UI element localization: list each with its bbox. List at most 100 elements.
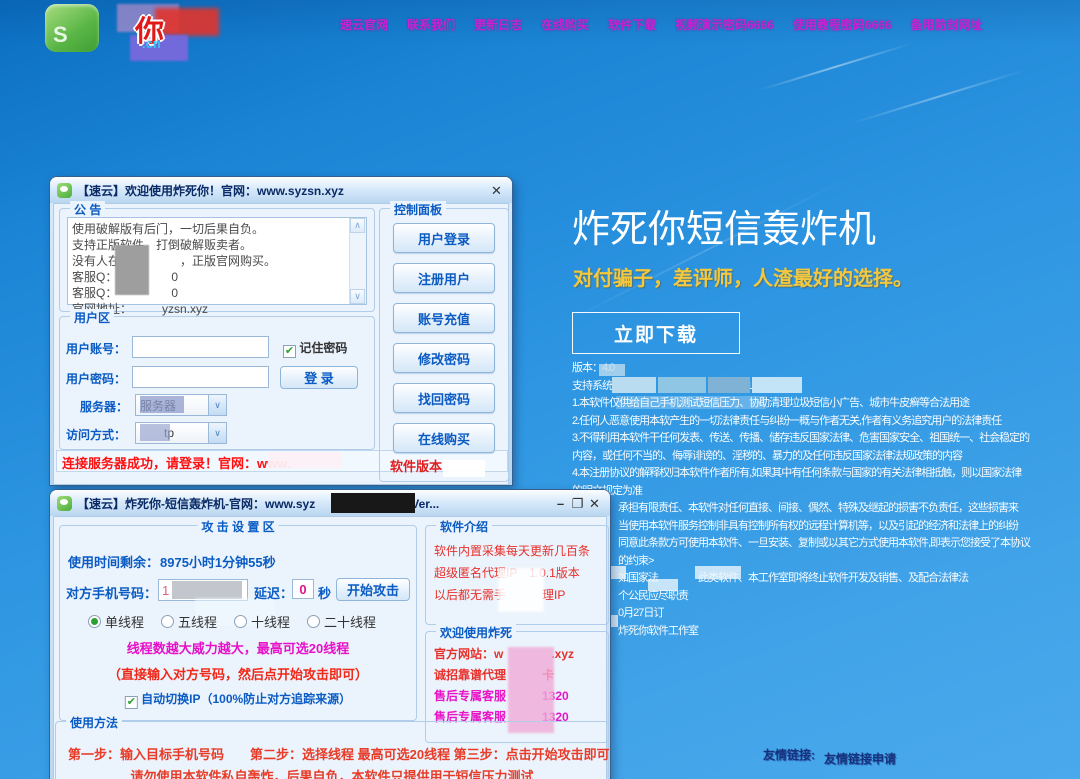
thread-radio[interactable]: 单线程 (88, 612, 144, 631)
disclaimer-line: 内容，或任何不当的、侮辱诽谤的、淫秽的、暴力的及任何违反国家法律法规政策的内容 (572, 448, 1029, 466)
nav-link[interactable]: 备用防封网址 (910, 16, 982, 33)
logo-domain-suffix: .cn (142, 36, 161, 51)
window-titlebar[interactable]: 【速云】炸死你-短信轰炸机-官网：www.syz 式版）Ver... – ❐ ✕ (50, 490, 610, 516)
delay-input[interactable] (292, 579, 314, 599)
panel-button[interactable]: 用户登录 (393, 223, 495, 253)
chevron-down-icon: ∨ (208, 423, 226, 443)
usage-steps: 第一步：输入目标手机号码 第二步：选择线程 最高可选20线程 第三步：点击开始攻… (68, 744, 610, 763)
close-button[interactable]: ✕ (586, 495, 603, 512)
top-header: S 你 .cn 速云官网联系我们更新日志在线购买软件下载视频演示密码6666使用… (0, 0, 1080, 45)
disclaimer-line: 4.本注册协议的解释权归本软件作者所有,如果其中有任何条款与国家的有关法律相抵触… (572, 465, 1029, 483)
password-input[interactable] (132, 366, 269, 388)
access-select[interactable]: tp ∨ (135, 422, 227, 444)
thread-radio-label: 十线程 (251, 612, 290, 631)
group-label: 用户区 (70, 309, 114, 326)
disclaimer-line: 承担有限责任、本软件对任何直接、间接、偶然、特殊及继起的损害不负责任，这些损害来 (618, 500, 1030, 518)
site-logo[interactable]: S 你 .cn (42, 2, 222, 62)
chevron-down-icon: ∨ (208, 395, 226, 415)
phone-label: 对方手机号码： (66, 583, 157, 602)
software-intro-group: 软件介绍 软件内置采集每天更新几百条超级匿名代理IP 1.0.1版本以后都无需手… (425, 525, 609, 625)
attack-window: 【速云】炸死你-短信轰炸机-官网：www.syz 式版）Ver... – ❐ ✕… (50, 490, 610, 779)
usage-group: 使用方法 第一步：输入目标手机号码 第二步：选择线程 最高可选20线程 第三步：… (55, 721, 609, 779)
panel-button[interactable]: 修改密码 (393, 343, 495, 373)
official-site-line: 官方网站：w .xyz (434, 644, 574, 665)
access-value: tp (136, 426, 208, 440)
server-value: 服务器 (136, 397, 208, 414)
app-icon (57, 183, 72, 198)
radio-dot-icon (161, 615, 174, 628)
download-button[interactable]: 立即下载 (572, 312, 740, 354)
disclaimer-line: 如国家法 此类软件、本工作室即将终止软件开发及销售、及配合法律法 (618, 570, 1030, 588)
group-label: 控制面板 (390, 201, 446, 218)
announcement-group: 公 告 使用破解版有后门，一切后果自负。支持正版软件，打倒破解贩卖者。没有人在 … (59, 208, 375, 312)
control-panel-group: 控制面板 用户登录注册用户账号充值修改密码找回密码在线购买 软件版本 (379, 208, 509, 482)
phone-input[interactable] (158, 579, 248, 601)
access-label: 访问方式： (66, 426, 126, 443)
light-streak (758, 43, 912, 92)
scrollbar[interactable]: ∧ ∨ (349, 218, 366, 304)
minimize-button[interactable]: – (552, 495, 569, 512)
password-label: 用户密码： (66, 370, 126, 387)
disclaimer-line: 个公民应尽职责 (618, 588, 1030, 606)
scroll-up-icon[interactable]: ∧ (350, 218, 365, 233)
announcement-line: 客服Q： 0 (72, 285, 348, 301)
auto-ip-checkbox[interactable]: ✔ 自动切换IP（100%防止对方追踪来源） (125, 690, 351, 709)
disclaimer-block-b: 承担有限责任、本软件对任何直接、间接、偶然、特殊及继起的损害不负责任，这些损害来… (618, 500, 1030, 640)
login-window: 【速云】欢迎使用炸死你！官网：www.syzsn.xyz ✕ 公 告 使用破解版… (50, 177, 512, 485)
start-attack-button[interactable]: 开始攻击 (336, 578, 410, 601)
window-title: 【速云】欢迎使用炸死你！官网：www.syzsn.xyz (77, 182, 488, 199)
panel-button[interactable]: 账号充值 (393, 303, 495, 333)
disclaimer-line: 的约束> (618, 553, 1030, 571)
intro-line: 以后都无需手 理IP (434, 584, 590, 606)
thread-radio[interactable]: 十线程 (234, 612, 290, 631)
top-nav: 速云官网 联系我们 更新日志 在线购买 软件下载 视频演示密码6666 使用教程密码6666… (340, 16, 983, 33)
close-button[interactable]: ✕ (488, 182, 505, 199)
window-title: 【速云】炸死你-短信轰炸机-官网：www.syz 式版）Ver... (77, 495, 552, 512)
friend-link[interactable]: 友情链接: (763, 746, 815, 763)
nav-link[interactable]: 在线购买 (541, 16, 589, 33)
maximize-button[interactable]: ❐ (569, 495, 586, 512)
nav-link[interactable]: 联系我们 (407, 16, 455, 33)
version-label: 软件版本 (390, 456, 442, 475)
status-text: 连接服务器成功，请登录！官网：www. (62, 453, 290, 472)
account-label: 用户账号： (66, 340, 126, 357)
logo-letter: S (53, 22, 68, 48)
announcement-line: 客服Q： 0 (72, 269, 348, 285)
account-input[interactable] (132, 336, 269, 358)
group-label: 公 告 (70, 201, 105, 218)
server-select[interactable]: 服务器 ∨ (135, 394, 227, 416)
hero-subtitle: 对付骗子，差评师，人渣最好的选择。 (573, 262, 913, 291)
nav-link[interactable]: 使用教程密码6666 (793, 16, 892, 33)
thread-radio-label: 二十线程 (324, 612, 376, 631)
thread-radio-label: 单线程 (105, 612, 144, 631)
scroll-down-icon[interactable]: ∨ (350, 289, 365, 304)
announcement-line: 使用破解版有后门，一切后果自负。 (72, 221, 348, 237)
auto-ip-label: 自动切换IP（100%防止对方追踪来源） (141, 692, 351, 706)
nav-link[interactable]: 速云官网 (340, 16, 388, 33)
announcement-box: 使用破解版有后门，一切后果自负。支持正版软件，打倒破解贩卖者。没有人在 ，正版官… (67, 217, 367, 305)
checkbox-check-icon: ✔ (125, 696, 138, 709)
nav-link[interactable]: 视频演示密码6666 (675, 16, 774, 33)
panel-button[interactable]: 在线购买 (393, 423, 495, 453)
login-button[interactable]: 登 录 (280, 366, 358, 389)
group-label: 使用方法 (66, 714, 122, 731)
panel-button[interactable]: 注册用户 (393, 263, 495, 293)
panel-button[interactable]: 找回密码 (393, 383, 495, 413)
thread-radio[interactable]: 二十线程 (307, 612, 376, 631)
disclaimer-line: 0月27日订 (618, 605, 1030, 623)
remember-checkbox[interactable]: ✔ 记住密码 (283, 339, 347, 358)
user-area-group: 用户区 用户账号： ✔ 记住密码 用户密码： 登 录 服务器： 服务器 ∨ 访问… (59, 316, 375, 450)
remember-label: 记住密码 (299, 341, 347, 355)
disclaimer-line: 2.任何人恶意使用本软产生的一切法律责任与纠纷一概与作者无关,作者有义务追究用户… (572, 413, 1029, 431)
window-titlebar[interactable]: 【速云】欢迎使用炸死你！官网：www.syzsn.xyz ✕ (50, 177, 512, 203)
checkbox-check-icon: ✔ (283, 345, 296, 358)
usage-caution: 请勿使用本软件私自轰炸，后果自负，本软件只提供用于短信压力测试 (56, 766, 608, 779)
thread-radio[interactable]: 五线程 (161, 612, 217, 631)
friend-link-apply[interactable]: 友情链接申请 (824, 750, 896, 767)
nav-link[interactable]: 更新日志 (474, 16, 522, 33)
delay-unit-label: 秒 (318, 583, 331, 602)
nav-link[interactable]: 软件下载 (608, 16, 656, 33)
thread-radio-label: 五线程 (178, 612, 217, 631)
group-label: 攻 击 设 置 区 (197, 518, 278, 535)
time-remaining-value: 8975小时1分钟55秒 (160, 552, 276, 571)
